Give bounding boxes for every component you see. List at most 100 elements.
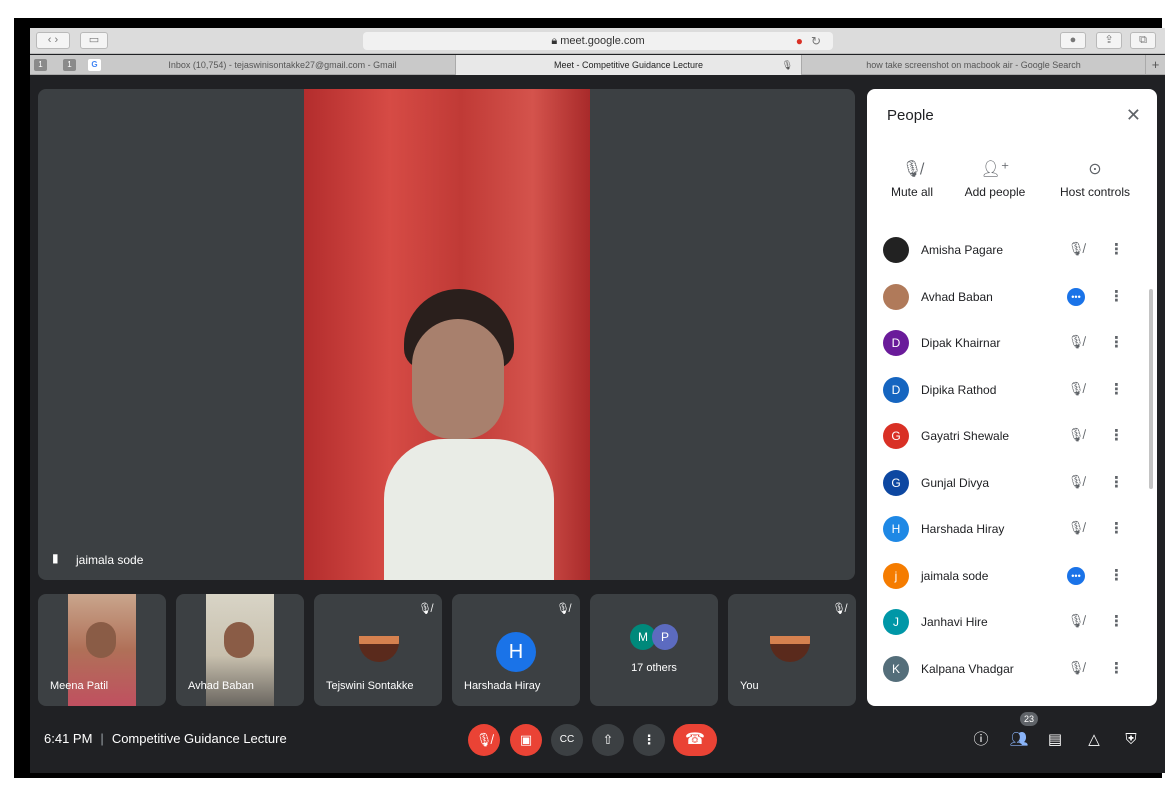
participant-row[interactable]: Avhad Baban ••• ⋮	[867, 274, 1149, 320]
mic-off-icon[interactable]: 🎙︎̸	[1067, 660, 1085, 676]
people-icon[interactable]: 👥︎	[1008, 729, 1030, 751]
presenter-name: jaimala sode	[76, 553, 144, 567]
pin-icon[interactable]: ▮	[52, 551, 62, 565]
more-options-icon[interactable]: ⋮	[1109, 240, 1124, 258]
participant-row[interactable]: G Gunjal Divya 🎙︎̸ ⋮	[867, 460, 1149, 506]
more-options-icon[interactable]: ⋮	[1109, 659, 1124, 677]
participant-name: Kalpana Vhadgar	[921, 661, 1014, 676]
lock-icon: 🔒︎	[551, 35, 561, 47]
host-shield-icon[interactable]: ⛨	[1120, 729, 1142, 751]
bottom-bar: 6:41 PM | Competitive Guidance Lecture 🎙︎̸…	[30, 712, 1165, 773]
host-controls-label: Host controls	[1059, 185, 1131, 199]
participant-row[interactable]: j jaimala sode ••• ⋮	[867, 553, 1149, 599]
participant-name: Avhad Baban	[921, 289, 993, 304]
info-icon[interactable]: ⓘ	[970, 729, 992, 751]
more-options-icon[interactable]: ⋮	[1109, 333, 1124, 351]
captions-button[interactable]: CC	[551, 724, 583, 756]
current-time: 6:41 PM	[44, 731, 93, 746]
presenter-video	[304, 89, 590, 580]
more-options-icon[interactable]: ⋮	[1109, 519, 1124, 537]
tab-gmail[interactable]: Inbox (10,754) - tejaswinisontakke27@gma…	[110, 55, 456, 75]
speaking-indicator-icon[interactable]: •••	[1067, 566, 1085, 585]
avatar: J	[883, 609, 909, 635]
share-icon[interactable]: ⇪	[1096, 32, 1122, 49]
mic-off-icon[interactable]: 🎙︎̸	[1067, 520, 1085, 536]
main-video-stage: ▮ jaimala sode	[38, 89, 855, 580]
new-tab-button[interactable]: +	[1146, 55, 1165, 75]
mic-off-icon[interactable]: 🎙︎̸	[1067, 334, 1085, 350]
participant-row[interactable]: D Dipak Khairnar 🎙︎̸ ⋮	[867, 320, 1149, 366]
pinned-tab[interactable]: 1	[34, 59, 47, 71]
mic-off-icon[interactable]: 🎙︎̸	[1067, 241, 1085, 257]
participant-row[interactable]: D Dipika Rathod 🎙︎̸ ⋮	[867, 367, 1149, 413]
browser-window: ‹ › ▭ 🔒︎ meet.google.com ● ↻ ● ⇪ ⧉ 1 1 G…	[30, 28, 1165, 773]
present-button[interactable]: ⇧	[592, 724, 624, 756]
activities-icon[interactable]: △	[1083, 729, 1105, 751]
mic-off-icon[interactable]: 🎙︎̸	[1067, 474, 1085, 490]
pinned-tab-google[interactable]: G	[88, 59, 101, 71]
mute-all-button[interactable]: 🎙︎̸ Mute all	[867, 159, 957, 199]
more-options-button[interactable]: ⋮	[633, 724, 665, 756]
participant-list: Amisha Pagare 🎙︎̸ ⋮ Avhad Baban ••• ⋮ D Dipak K…	[867, 227, 1149, 706]
participant-row[interactable]: K Kalpana Vhadgar 🎙︎̸ ⋮	[867, 646, 1149, 692]
pinned-tab[interactable]: 1	[63, 59, 76, 71]
self-tile[interactable]: 🎙︎̸ You	[728, 594, 856, 706]
participant-name: Dipak Khairnar	[921, 336, 1001, 350]
address-bar[interactable]: 🔒︎ meet.google.com ● ↻	[363, 32, 833, 50]
camera-toggle-button[interactable]: ▣	[510, 724, 542, 756]
avatar: P	[652, 624, 678, 650]
more-options-icon[interactable]: ⋮	[1109, 612, 1124, 630]
browser-toolbar: ‹ › ▭ 🔒︎ meet.google.com ● ↻ ● ⇪ ⧉	[30, 28, 1165, 54]
more-options-icon[interactable]: ⋮	[1109, 380, 1124, 398]
add-people-button[interactable]: 👤︎⁺ Add people	[950, 159, 1040, 199]
mute-all-label: Mute all	[890, 185, 934, 199]
speaking-indicator-icon[interactable]: •••	[1067, 287, 1085, 306]
avatar	[883, 237, 909, 263]
mic-off-icon: 🎙︎̸	[832, 603, 846, 615]
mic-off-icon[interactable]: 🎙︎̸	[1067, 613, 1085, 629]
reload-icon[interactable]: ↻	[811, 32, 821, 50]
tab-bar: 1 1 G Inbox (10,754) - tejaswinisontakke…	[30, 55, 1165, 75]
avatar: K	[883, 655, 909, 682]
tab-google-search[interactable]: how take screenshot on macbook air - Goo…	[802, 55, 1146, 75]
avatar: G	[883, 423, 909, 449]
participant-tile[interactable]: Meena Patil	[38, 594, 166, 706]
avatar: D	[883, 376, 909, 403]
participant-tile[interactable]: 🎙︎̸ Tejswini Sontakke	[314, 594, 442, 706]
avatar: H	[883, 516, 909, 542]
participant-name: Harshada Hiray	[921, 522, 1005, 536]
close-icon[interactable]: ✕	[1126, 105, 1141, 126]
participant-name: Avhad Baban	[188, 680, 254, 692]
more-options-icon[interactable]: ⋮	[1109, 426, 1124, 444]
mic-off-icon[interactable]: 🎙︎̸	[1067, 427, 1085, 443]
tab-meet-label: Meet - Competitive Guidance Lecture	[553, 60, 704, 70]
more-options-icon[interactable]: ⋮	[1109, 566, 1124, 584]
participant-name: Janhavi Hire	[921, 615, 988, 629]
participant-row[interactable]: Amisha Pagare 🎙︎̸ ⋮	[867, 227, 1149, 273]
participant-row[interactable]: H Harshada Hiray 🎙︎̸ ⋮	[867, 506, 1149, 552]
host-controls-button[interactable]: ⊙ Host controls	[1050, 159, 1140, 199]
participant-row[interactable]: J Janhavi Hire 🎙︎̸ ⋮	[867, 599, 1149, 645]
scrollbar[interactable]	[1149, 289, 1153, 489]
avatar: j	[883, 562, 909, 589]
participant-tile[interactable]: Avhad Baban	[176, 594, 304, 706]
chat-icon[interactable]: ▤	[1044, 729, 1066, 751]
panel-title: People	[887, 107, 934, 124]
more-options-icon[interactable]: ⋮	[1109, 473, 1124, 491]
tabs-overview-icon[interactable]: ⧉	[1130, 32, 1156, 49]
download-icon[interactable]: ●	[1060, 32, 1086, 49]
leave-call-button[interactable]: ☎︎	[673, 724, 717, 756]
more-options-icon[interactable]: ⋮	[1109, 287, 1124, 305]
url-text: meet.google.com	[560, 35, 645, 47]
others-tile[interactable]: M P 17 others	[590, 594, 718, 706]
participant-name: Tejswini Sontakke	[326, 680, 414, 692]
mic-toggle-button[interactable]: 🎙︎̸	[468, 724, 500, 756]
mic-off-icon[interactable]: 🎙︎̸	[1067, 381, 1085, 397]
profile-image	[770, 636, 810, 662]
participant-tile[interactable]: 🎙︎̸ H Harshada Hiray	[452, 594, 580, 706]
participant-row[interactable]: G Gayatri Shewale 🎙︎̸ ⋮	[867, 413, 1149, 459]
back-forward-buttons[interactable]: ‹ ›	[36, 32, 70, 49]
sidebar-icon[interactable]: ▭	[80, 32, 108, 49]
tab-meet[interactable]: Meet - Competitive Guidance Lecture 🎙︎	[456, 55, 802, 75]
mic-recording-icon: ●	[795, 34, 803, 48]
